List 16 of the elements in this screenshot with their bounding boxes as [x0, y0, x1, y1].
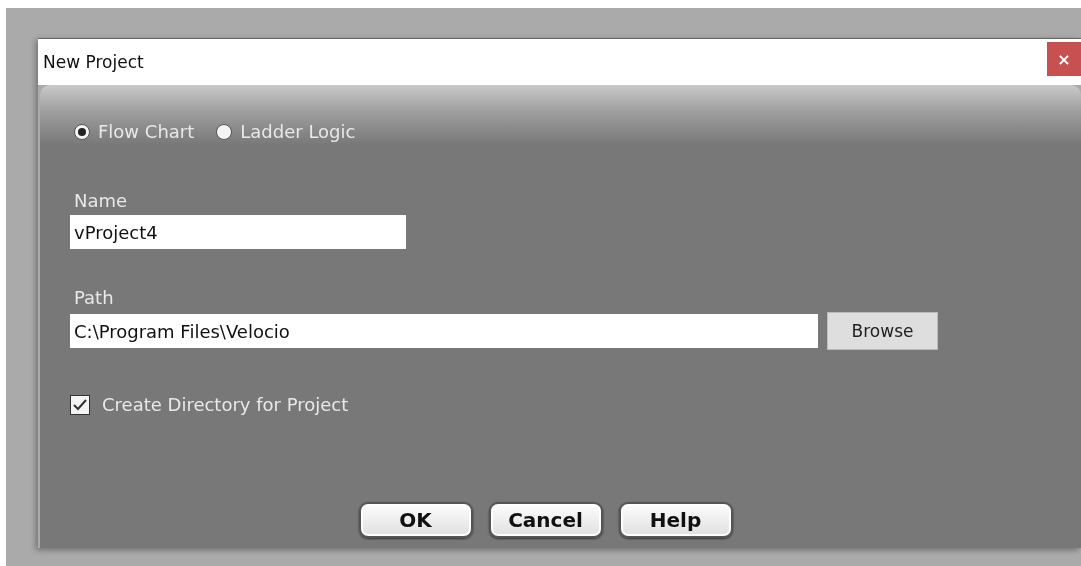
dialog-button[interactable]: Cancel [488, 502, 603, 538]
close-button[interactable]: × [1047, 42, 1081, 76]
path-field[interactable]: C:\Program Files\Velocio [70, 314, 818, 348]
checkbox-label: Create Directory for Project [102, 394, 349, 415]
path-label: Path [74, 287, 114, 308]
radio-button[interactable] [216, 123, 233, 140]
radio-label: Ladder Logic [240, 121, 356, 142]
radio-button[interactable] [74, 123, 90, 140]
radio-label: Flow Chart [98, 121, 195, 142]
window-title: New Project [43, 52, 144, 72]
checkbox[interactable] [70, 394, 90, 415]
dialog-button[interactable]: OK [358, 502, 473, 538]
name-label: Name [74, 190, 128, 211]
name-field[interactable]: vProject4 [70, 215, 406, 249]
dialog-button[interactable]: Help [618, 502, 733, 538]
browse-button[interactable]: Browse [827, 312, 938, 350]
